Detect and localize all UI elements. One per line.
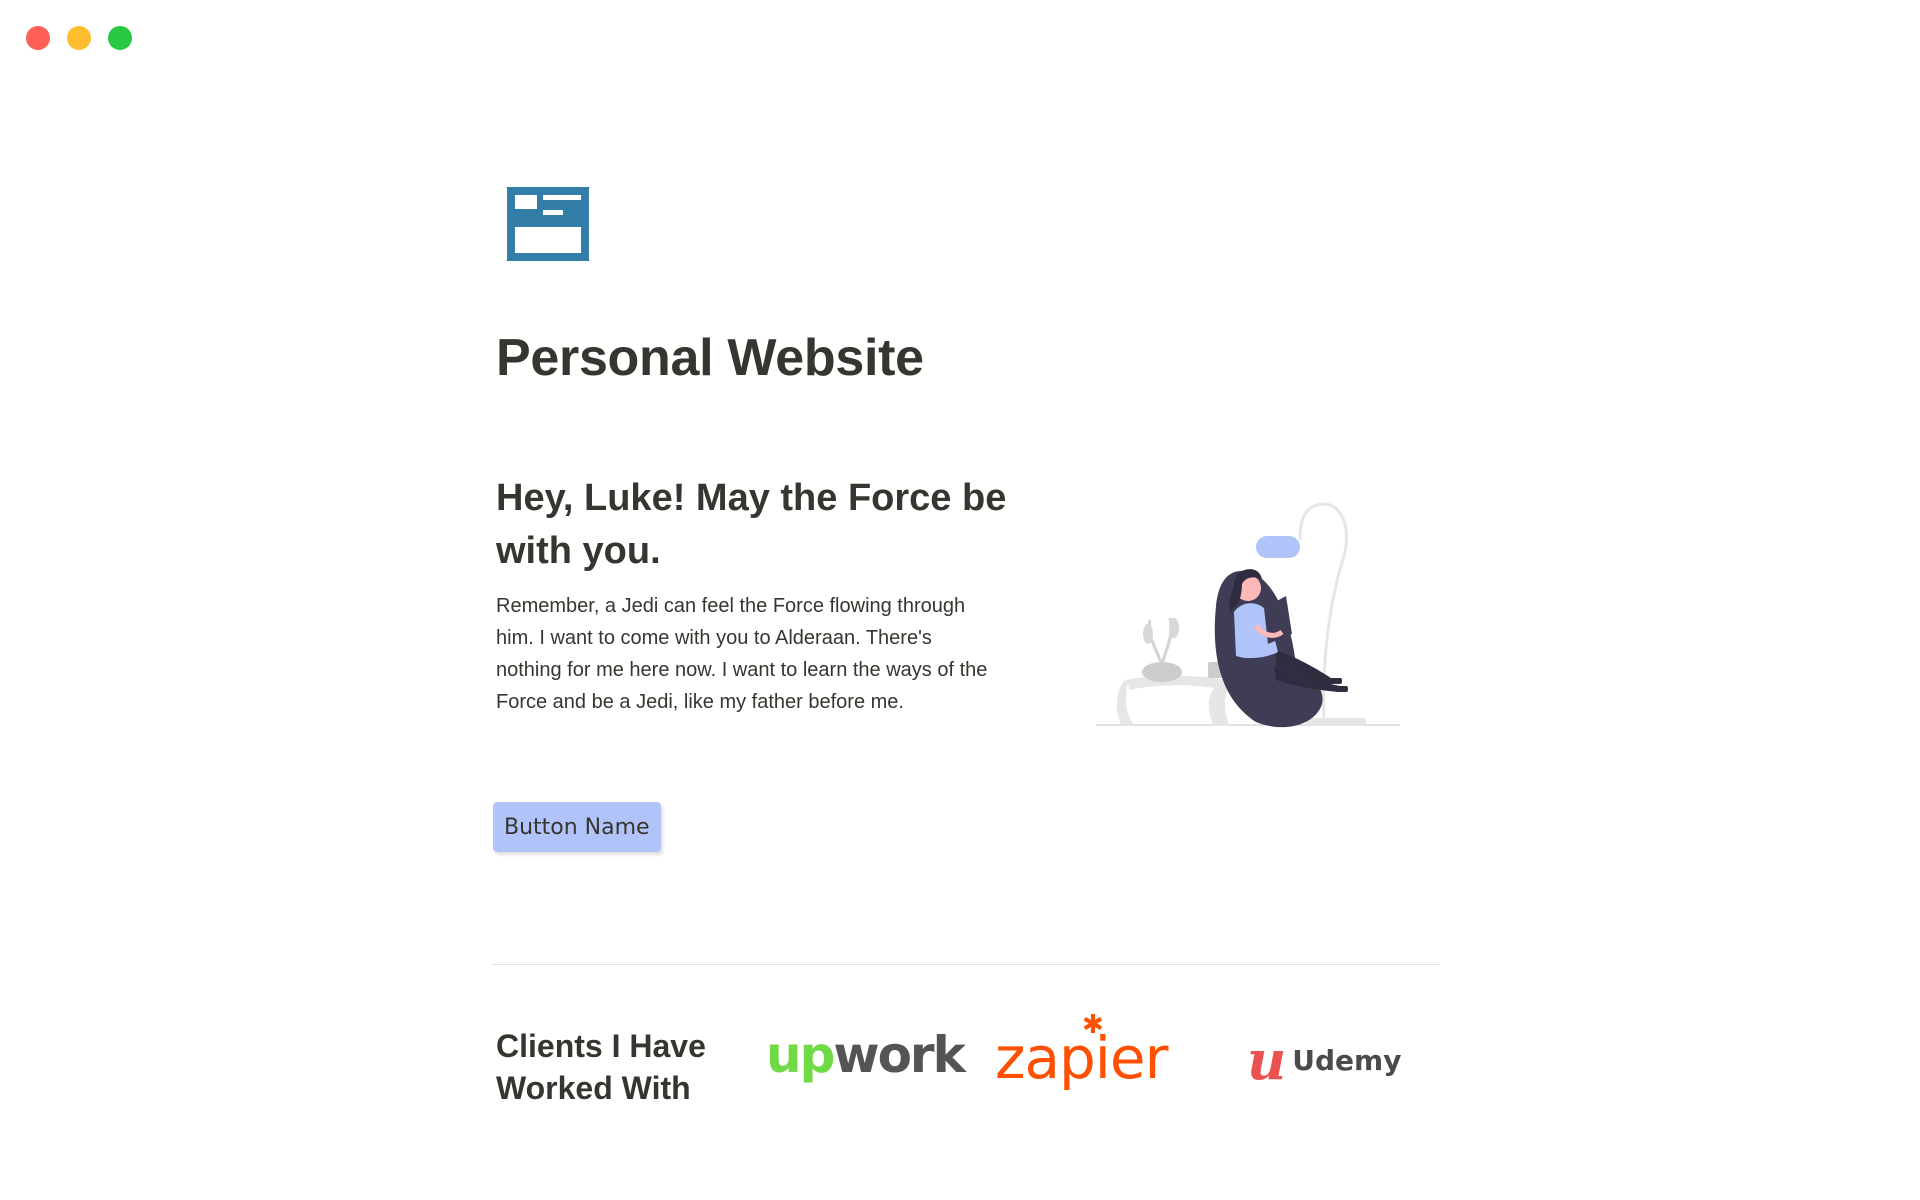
minimize-window-button[interactable] (67, 26, 91, 50)
zapier-logo: ✱ zapier (995, 1010, 1168, 1098)
person-reading-in-beanbag-illustration (1096, 502, 1400, 728)
hero-paragraph: Remember, a Jedi can feel the Force flow… (496, 595, 988, 713)
app-window: Personal Website Hey, Luke! May the Forc… (0, 0, 1920, 1200)
udemy-logo: u Udemy (1247, 1032, 1401, 1088)
zoom-window-button[interactable] (108, 26, 132, 50)
section-divider (492, 964, 1440, 965)
cta-button[interactable]: Button Name (493, 802, 661, 852)
hero-heading: Hey, Luke! May the Force be with you. (496, 477, 1007, 572)
upwork-logo: up work (766, 1020, 966, 1090)
page-title: Personal Website (496, 329, 924, 387)
upwork-logo-work: work (833, 1026, 965, 1084)
udemy-logo-text: Udemy (1292, 1043, 1402, 1077)
newspaper-layout-icon[interactable] (507, 187, 589, 261)
zapier-asterisk-icon: ✱ (1082, 1010, 1104, 1040)
upwork-logo-up: up (766, 1026, 835, 1084)
window-controls (26, 26, 132, 50)
clients-heading: Clients I Have Worked With (496, 1028, 706, 1106)
close-window-button[interactable] (26, 26, 50, 50)
udemy-mark-icon: u (1247, 1028, 1287, 1092)
